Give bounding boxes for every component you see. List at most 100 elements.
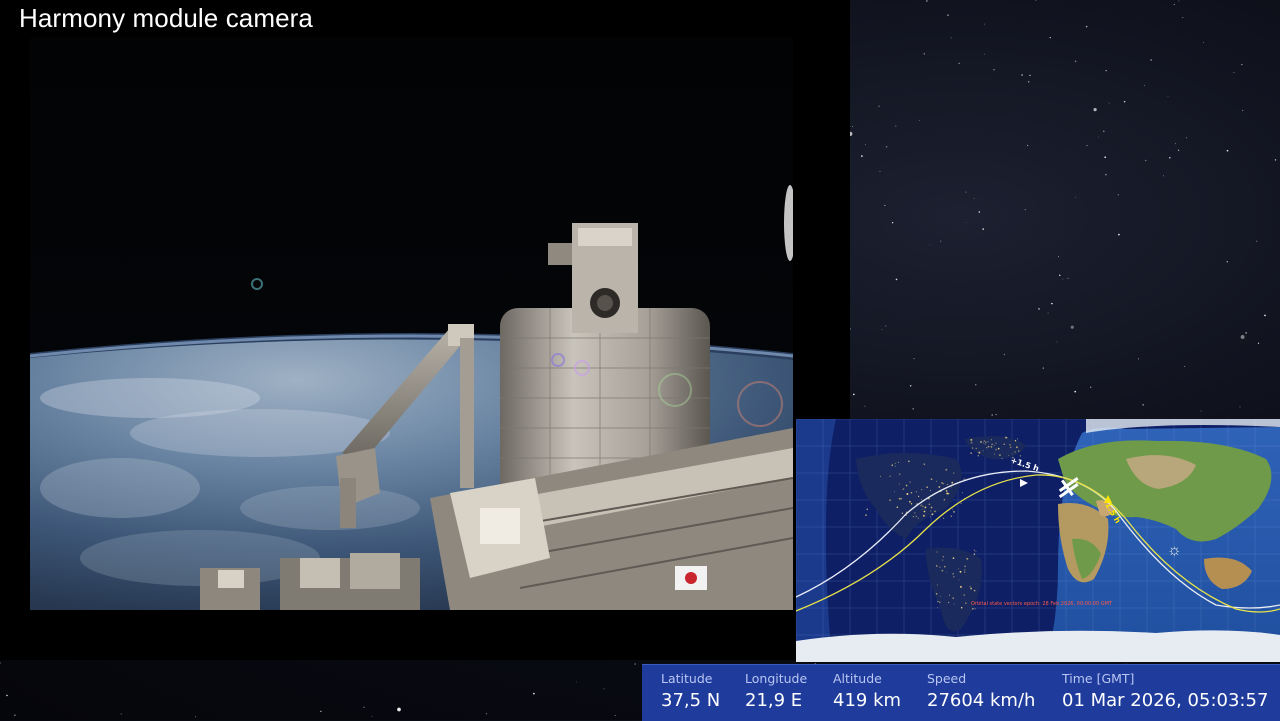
- star: [1173, 3, 1175, 5]
- star: [984, 23, 986, 25]
- longitude-label: Longitude: [745, 671, 808, 686]
- star: [982, 228, 984, 230]
- camera-video-view[interactable]: [30, 38, 793, 610]
- star: [885, 325, 887, 327]
- longitude-stat: Longitude 21,9 E: [745, 671, 807, 713]
- star: [1117, 194, 1119, 196]
- star: [195, 716, 197, 718]
- star: [993, 69, 995, 71]
- star: [1178, 0, 1180, 2]
- star: [995, 414, 997, 416]
- star: [1163, 175, 1164, 177]
- star: [1003, 353, 1006, 356]
- latitude-stat: Latitude 37,5 N: [661, 671, 720, 713]
- star: [1029, 74, 1031, 76]
- star: [1118, 233, 1120, 236]
- star: [1177, 149, 1180, 151]
- star: [881, 329, 883, 330]
- longitude-value: 21,9 E: [745, 690, 803, 711]
- star: [895, 278, 898, 281]
- star: [1167, 96, 1169, 97]
- star: [1144, 84, 1146, 86]
- star: [864, 405, 866, 407]
- star: [1241, 109, 1244, 112]
- star: [978, 211, 981, 213]
- star: [975, 384, 977, 386]
- star: [1233, 71, 1235, 73]
- star: [1103, 130, 1105, 133]
- star: [1185, 137, 1188, 139]
- star: [1038, 308, 1040, 310]
- star: [1070, 325, 1074, 329]
- star: [603, 688, 605, 690]
- star: [397, 707, 401, 712]
- star: [1241, 64, 1243, 66]
- star: [1027, 81, 1030, 83]
- star: [865, 144, 866, 146]
- latitude-value: 37,5 N: [661, 690, 721, 711]
- star: [1058, 256, 1060, 258]
- altitude-value: 419 km: [833, 690, 902, 711]
- star: [1059, 274, 1061, 276]
- latitude-label: Latitude: [661, 671, 713, 686]
- star: [919, 119, 921, 121]
- star: [983, 53, 985, 55]
- star: [909, 385, 912, 387]
- star: [1075, 60, 1077, 62]
- star: [1085, 25, 1088, 28]
- star: [1174, 143, 1176, 145]
- star: [1240, 335, 1245, 339]
- star: [849, 328, 851, 330]
- star: [1274, 159, 1277, 161]
- star: [913, 358, 915, 360]
- iss-tracker-map[interactable]: +1.5 h -1.5 h ☼ Orbital state vectors ep…: [796, 419, 1280, 662]
- star: [852, 125, 853, 127]
- star: [965, 191, 967, 193]
- star: [1123, 100, 1126, 103]
- star: [1105, 70, 1107, 72]
- star: [1182, 16, 1184, 19]
- star: [895, 125, 897, 127]
- telemetry-bar: Latitude 37,5 N Longitude 21,9 E Altitud…: [642, 664, 1280, 721]
- star: [1200, 410, 1202, 412]
- star: [1104, 156, 1107, 159]
- star: [958, 62, 960, 64]
- star: [940, 240, 942, 242]
- sun-icon: ☼: [1167, 542, 1182, 559]
- star: [926, 0, 928, 2]
- star: [120, 713, 122, 715]
- star: [1024, 209, 1026, 211]
- star: [320, 710, 322, 712]
- star: [1075, 196, 1076, 198]
- star: [363, 706, 365, 708]
- star: [1067, 277, 1069, 279]
- star: [950, 37, 952, 39]
- star: [861, 155, 863, 157]
- star: [929, 244, 931, 246]
- star: [1256, 240, 1258, 242]
- star: [1049, 36, 1051, 39]
- star: [1051, 302, 1053, 305]
- star: [533, 692, 535, 695]
- star: [878, 105, 880, 107]
- star: [576, 681, 577, 683]
- star: [1021, 74, 1023, 76]
- star: [891, 222, 894, 224]
- star: [1086, 144, 1088, 147]
- speed-label: Speed: [927, 671, 967, 686]
- star: [879, 170, 881, 172]
- altitude-stat: Altitude 419 km: [833, 671, 901, 713]
- star: [1098, 136, 1099, 138]
- star: [1042, 367, 1044, 369]
- time-value: 01 Mar 2026, 05:03:57: [1062, 690, 1269, 711]
- star: [634, 663, 636, 665]
- star: [1027, 144, 1029, 146]
- camera-image: [30, 38, 793, 610]
- world-map: [796, 419, 1280, 662]
- star: [884, 204, 886, 207]
- star: [1264, 314, 1266, 317]
- star: [1245, 332, 1247, 334]
- time-label: Time [GMT]: [1062, 671, 1135, 686]
- star: [1184, 365, 1186, 367]
- star: [1090, 386, 1092, 388]
